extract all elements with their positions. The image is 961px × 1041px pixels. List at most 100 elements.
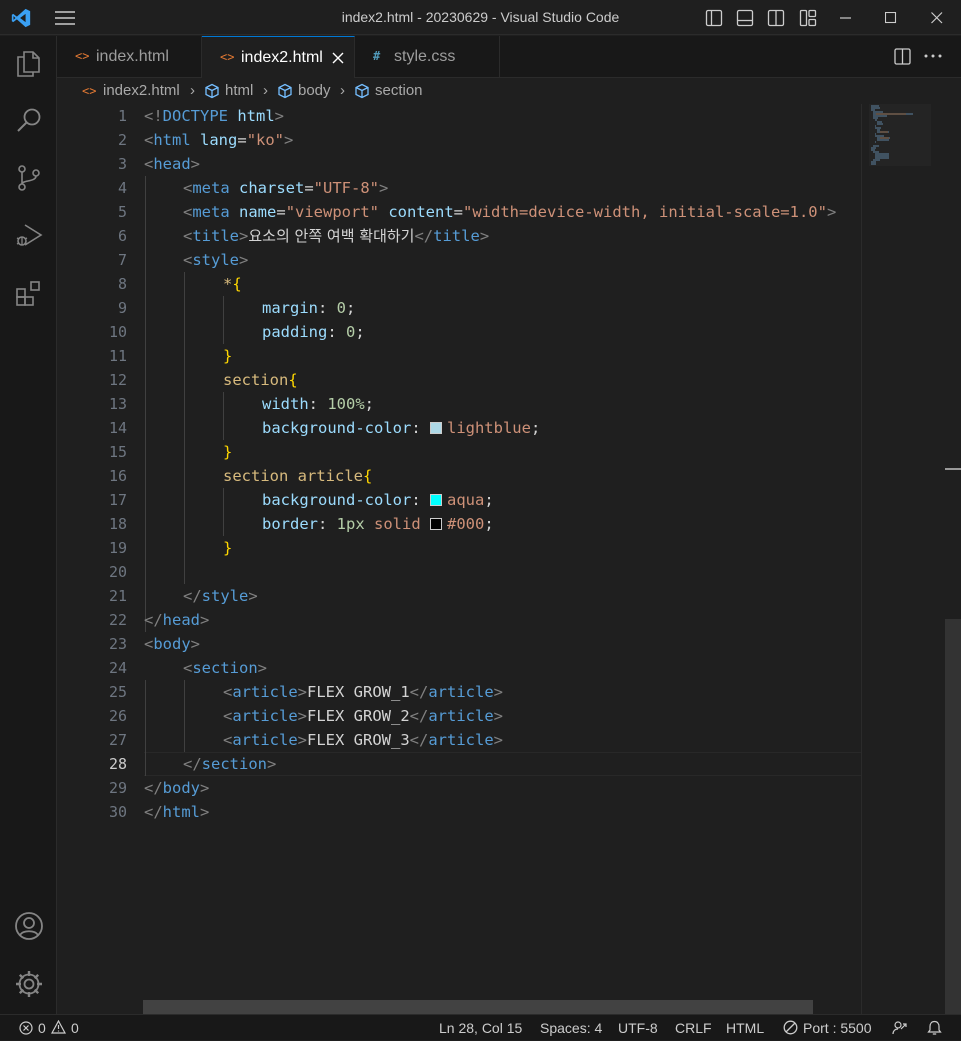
line-number: 17 xyxy=(108,491,127,509)
code-line: border: 1px solid #000; xyxy=(262,515,494,533)
minimap-preview xyxy=(869,104,931,166)
element-cube-icon xyxy=(205,83,219,99)
horizontal-scrollbar[interactable] xyxy=(143,1000,813,1014)
indent-guide xyxy=(145,176,146,632)
breadcrumb-item-file[interactable]: index2.html xyxy=(103,78,180,104)
tab-style-css[interactable]: # style.css xyxy=(355,36,500,77)
vertical-scrollbar[interactable] xyxy=(945,619,961,1014)
toggle-primary-sidebar-icon[interactable] xyxy=(705,9,723,27)
line-number: 20 xyxy=(108,563,127,581)
line-number: 1 xyxy=(117,107,127,125)
code-line: <!DOCTYPE html> xyxy=(144,107,285,125)
line-number: 24 xyxy=(108,659,127,677)
line-number: 3 xyxy=(117,155,127,173)
tab-label: style.css xyxy=(394,48,456,65)
breadcrumb-item-section[interactable]: section xyxy=(375,78,423,104)
line-number-current: 28 xyxy=(108,755,127,773)
line-number: 11 xyxy=(108,347,127,365)
code-line: <meta charset="UTF-8"> xyxy=(183,179,389,197)
tab-label: index.html xyxy=(96,48,169,65)
toggle-secondary-sidebar-icon[interactable] xyxy=(767,9,785,27)
code-line: margin: 0; xyxy=(262,299,356,317)
line-number: 9 xyxy=(117,299,127,317)
html-file-icon: <> xyxy=(75,49,90,63)
color-swatch-lightblue[interactable] xyxy=(429,422,442,434)
error-count[interactable]: 0 xyxy=(38,1015,46,1041)
tab-index2-html[interactable]: <> index2.html xyxy=(202,36,355,78)
element-cube-icon xyxy=(355,83,369,99)
tab-index-html[interactable]: <> index.html xyxy=(57,36,202,77)
line-number: 10 xyxy=(108,323,127,341)
code-line: width: 100%; xyxy=(262,395,375,413)
warning-icon[interactable] xyxy=(51,1020,66,1034)
line-number: 8 xyxy=(117,275,127,293)
element-cube-icon xyxy=(278,83,292,99)
code-line: </head> xyxy=(144,611,210,629)
extensions-icon[interactable] xyxy=(14,279,44,309)
source-control-icon[interactable] xyxy=(14,163,44,193)
feedback-person-icon[interactable] xyxy=(892,1020,908,1036)
indent-guide xyxy=(184,680,185,752)
close-tab-icon[interactable] xyxy=(332,52,344,64)
run-and-debug-icon[interactable] xyxy=(14,220,44,250)
code-line: <section> xyxy=(183,659,268,677)
chevron-right-icon: › xyxy=(340,82,345,99)
breadcrumb: <> index2.html › html › body › section xyxy=(57,78,961,104)
language-mode[interactable]: HTML xyxy=(726,1015,764,1041)
title-bar: index2.html - 20230629 - Visual Studio C… xyxy=(0,0,961,35)
end-of-line[interactable]: CRLF xyxy=(675,1015,712,1041)
line-number: 23 xyxy=(108,635,127,653)
accounts-icon[interactable] xyxy=(13,910,45,942)
html-file-icon: <> xyxy=(220,50,235,64)
line-number: 18 xyxy=(108,515,127,533)
encoding[interactable]: UTF-8 xyxy=(618,1015,658,1041)
code-line: <html lang="ko"> xyxy=(144,131,294,149)
error-icon[interactable] xyxy=(19,1021,33,1035)
line-number: 15 xyxy=(108,443,127,461)
activity-bar xyxy=(0,36,57,1014)
notifications-bell-icon[interactable] xyxy=(927,1020,942,1036)
live-server-port[interactable]: Port : 5500 xyxy=(803,1015,872,1041)
code-area[interactable]: <!DOCTYPE html> <html lang="ko"> <head> … xyxy=(144,104,861,1000)
manage-gear-icon[interactable] xyxy=(13,968,45,1000)
code-line: } xyxy=(223,539,233,557)
cursor-position[interactable]: Ln 28, Col 15 xyxy=(439,1015,522,1041)
maximize-icon[interactable] xyxy=(885,12,897,24)
go-live-stop-icon[interactable] xyxy=(783,1020,798,1035)
code-line: } xyxy=(223,347,233,365)
code-editor[interactable]: 1 2 3 4 5 6 7 8 9 10 11 12 13 14 15 16 1… xyxy=(57,104,961,1014)
toggle-panel-icon[interactable] xyxy=(736,9,754,27)
line-number: 7 xyxy=(117,251,127,269)
color-swatch-black[interactable] xyxy=(430,518,442,530)
indent-guide xyxy=(223,392,224,440)
line-number: 21 xyxy=(108,587,127,605)
indentation[interactable]: Spaces: 4 xyxy=(540,1015,602,1041)
code-line: </style> xyxy=(183,587,258,605)
css-file-icon: # xyxy=(373,49,381,63)
line-number: 12 xyxy=(108,371,127,389)
html-file-icon: <> xyxy=(82,84,97,98)
explorer-icon[interactable] xyxy=(14,48,44,78)
minimize-icon[interactable] xyxy=(840,17,852,19)
code-line: <article>FLEX GROW_3</article> xyxy=(223,731,504,749)
warning-count[interactable]: 0 xyxy=(71,1015,79,1041)
split-editor-icon[interactable] xyxy=(894,48,911,65)
color-swatch-aqua[interactable] xyxy=(429,494,442,506)
code-line: <body> xyxy=(144,635,201,653)
code-line: *{ xyxy=(223,275,242,293)
code-line: background-color: aqua; xyxy=(262,491,494,509)
indent-guide xyxy=(145,680,146,776)
chevron-right-icon: › xyxy=(190,82,195,99)
close-window-icon[interactable] xyxy=(931,12,943,24)
line-number: 16 xyxy=(108,467,127,485)
code-line: </body> xyxy=(144,779,210,797)
tab-label: index2.html xyxy=(241,49,323,66)
breadcrumb-item-body[interactable]: body xyxy=(298,78,331,104)
more-actions-icon[interactable] xyxy=(924,54,942,58)
line-number: 4 xyxy=(117,179,127,197)
code-line: <title>요소의 안쪽 여백 확대하기</title> xyxy=(183,227,490,245)
search-icon[interactable] xyxy=(14,106,44,136)
breadcrumb-item-html[interactable]: html xyxy=(225,78,253,104)
code-line: section{ xyxy=(223,371,298,389)
customize-layout-icon[interactable] xyxy=(799,9,817,27)
